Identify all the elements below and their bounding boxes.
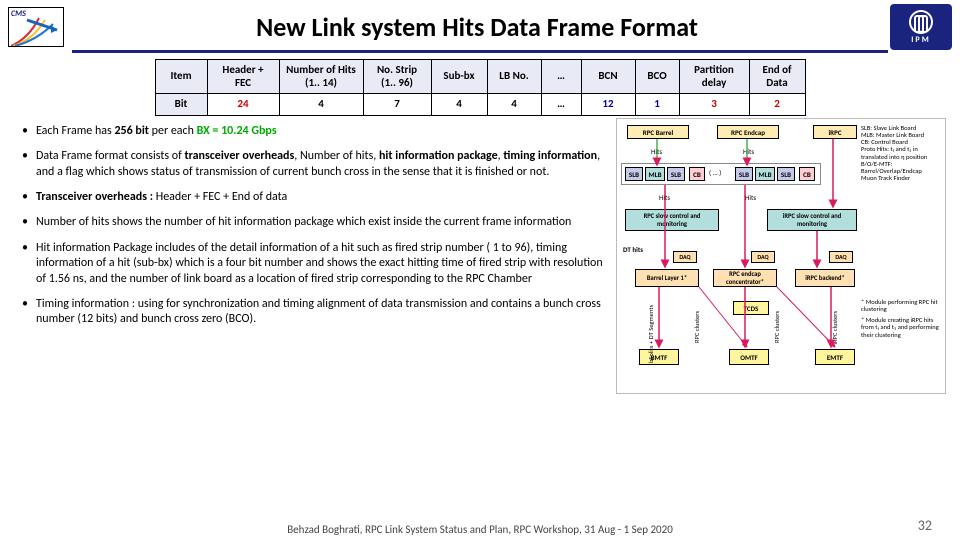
page-title: New Link system Hits Data Frame Format (70, 11, 884, 43)
box-irpc-slow: iRPC slow control and monitoring (767, 209, 857, 231)
cms-logo: CMS (8, 7, 64, 47)
bullet-5: •Hit information Package includes of the… (22, 241, 608, 287)
td-ell: … (541, 94, 581, 116)
box-rpc-barrel: RPC Barrel (627, 125, 689, 139)
box-irpc: iRPC (813, 125, 857, 139)
td-1: 1 (635, 94, 679, 116)
box-emtf: EMTF (815, 349, 855, 365)
th-eod: End of Data (749, 60, 805, 94)
box-rpc-endcap: RPC Endcap (717, 125, 779, 139)
td-2: 2 (749, 94, 805, 116)
footer-text: Behzad Boghrati, RPC Link System Status … (0, 523, 960, 536)
box-tcds: TCDS (733, 301, 769, 315)
slide-number: 32 (918, 517, 932, 534)
box-rpc-slow: RPC slow control and monitoring (625, 209, 719, 231)
label-dthits: DT hits (623, 245, 643, 254)
th-subbx: Sub-bx (431, 60, 487, 94)
th-ellipsis: … (541, 60, 581, 94)
frame-format-table: Item Header + FEC Number of Hits (1.. 14… (155, 59, 806, 116)
box-bmtf: BMTF (639, 349, 679, 365)
diagram-legend: SLB: Slave Link Board MLB: Master Link B… (861, 125, 943, 182)
bullet-6: •Timing information : using for synchron… (22, 297, 608, 328)
title-underline (72, 50, 888, 53)
td-12: 12 (581, 94, 635, 116)
box-omtf: OMTF (729, 349, 769, 365)
td-bit-label: Bit (155, 94, 207, 116)
th-bco: BCO (635, 60, 679, 94)
box-barrel-layer: Barrel Layer 1* (635, 269, 699, 287)
th-num-hits: Number of Hits (1.. 14) (279, 60, 363, 94)
th-header-fec: Header + FEC (207, 60, 279, 94)
box-daq: DAQ (673, 251, 697, 263)
td-24: 24 (207, 94, 279, 116)
diagram-footnote: * Module performing RPC hit clustering *… (861, 299, 943, 339)
box-irpc-backend: iRPC backend* (795, 269, 855, 287)
th-lbno: LB No. (487, 60, 541, 94)
bullet-4: •Number of hits shows the number of hit … (22, 215, 608, 230)
label-vert1: bSplits + DT Segments (647, 305, 655, 363)
th-no-strip: No. Strip (1.. 96) (363, 60, 431, 94)
td-4a: 4 (279, 94, 363, 116)
th-item: Item (155, 60, 207, 94)
bullet-3: • Transceiver overheads : Header + FEC +… (22, 190, 608, 205)
ipm-logo: IPM (890, 4, 952, 50)
bullet-list: • Each Frame has 256 bit per each BX = 1… (22, 124, 608, 394)
th-partition: Partition delay (679, 60, 749, 94)
td-3: 3 (679, 94, 749, 116)
bullet-2: • Data Frame format consists of transcei… (22, 149, 608, 180)
box-rpc-endcap-conc: RPC endcap concentrator* (713, 269, 777, 287)
td-4c: 4 (487, 94, 541, 116)
td-7: 7 (363, 94, 431, 116)
bullet-1: • Each Frame has 256 bit per each BX = 1… (22, 124, 608, 139)
td-4b: 4 (431, 94, 487, 116)
system-diagram: RPC Barrel RPC Endcap iRPC SLB MLB SLB C… (616, 118, 946, 394)
th-bcn: BCN (581, 60, 635, 94)
